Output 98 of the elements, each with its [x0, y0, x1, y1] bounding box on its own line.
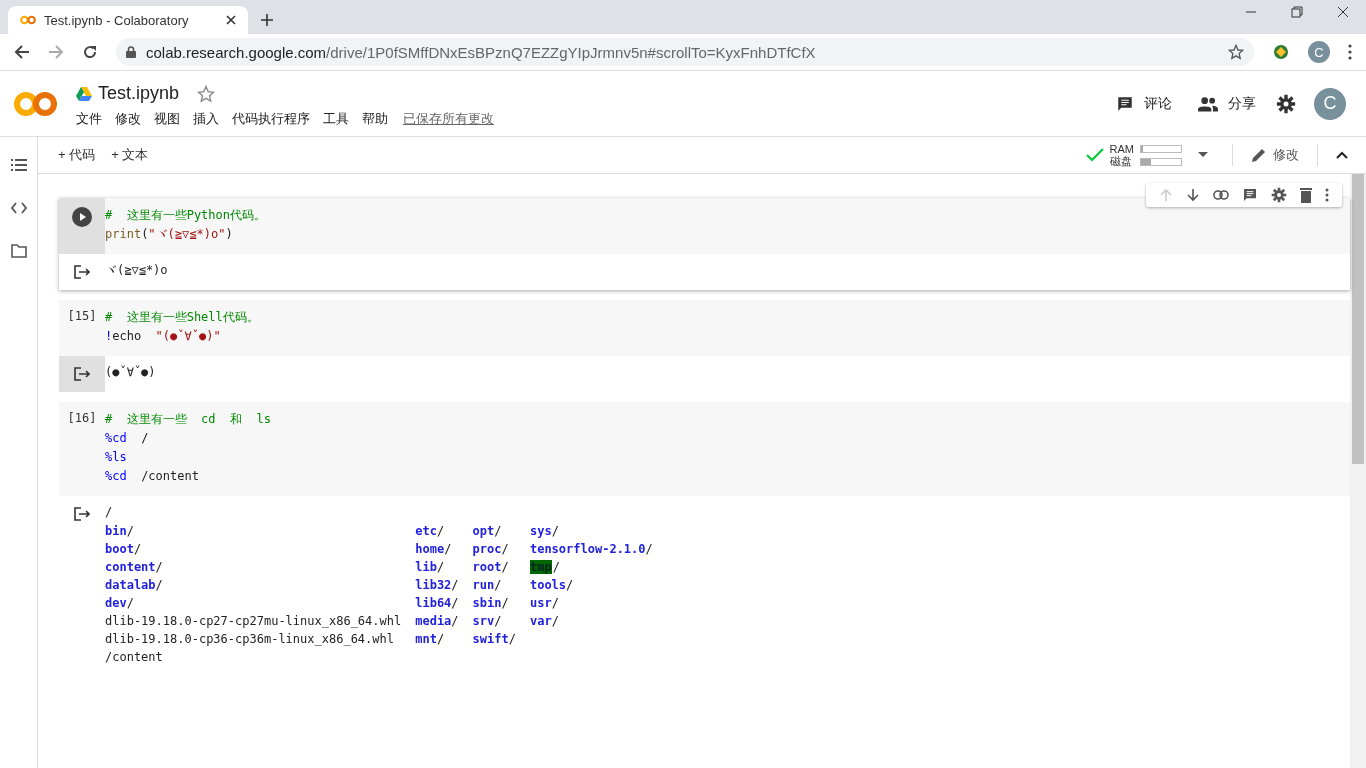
output-icon[interactable]: [74, 265, 90, 279]
file-entry: dev/: [105, 595, 135, 612]
edit-button[interactable]: 修改: [1245, 142, 1305, 168]
file-entry: sbin/: [472, 595, 510, 612]
dropdown-caret-icon[interactable]: [1198, 152, 1208, 158]
run-icon[interactable]: [72, 207, 92, 227]
file-entry: lib32/: [415, 577, 459, 594]
people-icon: [1198, 95, 1218, 112]
menu-item[interactable]: 修改: [115, 110, 141, 128]
menu-item[interactable]: 文件: [76, 110, 102, 128]
output-icon[interactable]: [74, 367, 90, 381]
save-status-link[interactable]: 已保存所有更改: [403, 110, 494, 128]
file-entry: dlib-19.18.0-cp27-cp27mu-linux_x86_64.whl: [105, 613, 402, 630]
execution-count: [15]: [67, 309, 97, 325]
new-tab-icon[interactable]: [260, 13, 274, 27]
extension-icon[interactable]: [1272, 43, 1290, 61]
menu-item[interactable]: 帮助: [362, 110, 388, 128]
notebook-title[interactable]: Test.ipynb: [98, 83, 180, 104]
file-entry: content/: [105, 559, 164, 576]
menu-item[interactable]: 视图: [154, 110, 180, 128]
file-entry: mnt/: [415, 631, 446, 648]
code-line: # 这里有一些Python代码。: [105, 207, 267, 224]
file-entry: media/: [415, 613, 459, 630]
address-field[interactable]: colab.research.google.com/drive/1P0fSMffDNxEsBPznQ7EZZgYIpJrmnv5n#scrollTo=KyxFnhDTfCfX: [116, 38, 1254, 66]
scrollbar[interactable]: [1350, 174, 1366, 768]
lock-icon: [126, 46, 136, 58]
code-line: # 这里有一些Shell代码。: [105, 309, 259, 326]
file-entry: dlib-19.18.0-cp36-cp36m-linux_x86_64.whl: [105, 631, 395, 648]
add-code-button[interactable]: + 代码: [52, 142, 102, 168]
file-entry: boot/: [105, 541, 143, 558]
settings-icon[interactable]: [1271, 187, 1287, 203]
execution-count: [16]: [67, 411, 97, 427]
file-entry: tensorflow-2.1.0/: [529, 541, 653, 558]
arrow-down-icon[interactable]: [1186, 188, 1200, 202]
file-entry: bin/: [105, 523, 135, 540]
code-line: print("ヾ(≧▽≦*)o"): [105, 226, 234, 243]
ram-label: RAM: [1109, 143, 1134, 155]
file-entry: tools/: [529, 577, 575, 594]
browser-tab[interactable]: Test.ipynb - Colaboratory: [8, 6, 248, 34]
disk-label: 磁盘: [1109, 155, 1133, 167]
code-icon[interactable]: [10, 202, 27, 214]
output-line: (●ˇ∀ˇ●): [105, 364, 156, 381]
star-icon[interactable]: [197, 84, 216, 103]
link-icon[interactable]: [1213, 190, 1229, 200]
comment-button[interactable]: 评论: [1110, 93, 1178, 114]
file-entry: home/: [415, 541, 453, 558]
more-icon[interactable]: [1325, 188, 1329, 202]
resource-monitor[interactable]: RAM 磁盘: [1085, 143, 1182, 167]
comment-icon: [1116, 94, 1134, 113]
code-line: %ls: [105, 449, 128, 466]
output-line: /: [105, 504, 114, 521]
output-line: /content: [105, 649, 164, 666]
code-cell[interactable]: # 这里有一些Python代码。 print("ヾ(≧▽≦*)o") ヾ(≧▽≦*)o: [59, 198, 1350, 290]
check-icon: [1085, 148, 1104, 162]
trash-icon[interactable]: [1300, 187, 1312, 203]
close-icon[interactable]: [226, 15, 236, 25]
file-entry: root/: [472, 559, 510, 576]
folder-icon[interactable]: [10, 244, 27, 258]
file-entry: opt/: [472, 523, 503, 540]
tab-title: Test.ipynb - Colaboratory: [44, 12, 190, 28]
colab-logo-icon[interactable]: [14, 90, 58, 117]
output-line: ヾ(≧▽≦*)o: [105, 262, 168, 279]
colab-logo-icon: [20, 15, 36, 25]
restore-icon[interactable]: [1291, 5, 1303, 18]
file-entry: proc/: [472, 541, 510, 558]
comment-icon[interactable]: [1242, 187, 1258, 203]
file-entry: sys/: [529, 523, 560, 540]
add-text-button[interactable]: + 文本: [105, 142, 155, 168]
star-icon[interactable]: [1228, 44, 1244, 60]
file-entry: usr/: [529, 595, 560, 612]
file-entry: var/: [529, 613, 560, 630]
back-icon[interactable]: [14, 44, 30, 60]
menu-item[interactable]: 代码执行程序: [232, 110, 310, 128]
collapse-icon[interactable]: [1336, 151, 1348, 159]
code-line: # 这里有一些 cd 和 ls: [105, 411, 271, 428]
file-entry: swift/: [472, 631, 516, 648]
output-icon[interactable]: [74, 507, 90, 521]
file-entry: srv/: [472, 613, 503, 630]
share-button[interactable]: 分享: [1192, 93, 1262, 114]
pencil-icon: [1251, 147, 1267, 163]
menu-item[interactable]: 插入: [193, 110, 219, 128]
file-entry: datalab/: [105, 577, 164, 594]
file-entry: tmp/: [529, 559, 561, 576]
more-icon[interactable]: [1348, 44, 1352, 60]
code-cell[interactable]: [15] # 这里有一些Shell代码。 !echo "(●ˇ∀ˇ●)" (●ˇ∀ˇ●): [59, 300, 1350, 392]
file-entry: lib/: [415, 559, 446, 576]
reload-icon[interactable]: [82, 44, 98, 60]
close-icon[interactable]: [1337, 5, 1349, 18]
code-line: %cd /content: [105, 468, 200, 485]
file-entry: lib64/: [415, 595, 459, 612]
file-entry: etc/: [415, 523, 446, 540]
code-line: !echo "(●ˇ∀ˇ●)": [105, 328, 222, 345]
file-entry: run/: [472, 577, 503, 594]
table-of-contents-icon[interactable]: [10, 158, 27, 172]
settings-icon[interactable]: [1276, 93, 1296, 114]
code-line: %cd /: [105, 430, 150, 447]
drive-icon: [76, 86, 92, 101]
menu-item[interactable]: 工具: [323, 110, 349, 128]
